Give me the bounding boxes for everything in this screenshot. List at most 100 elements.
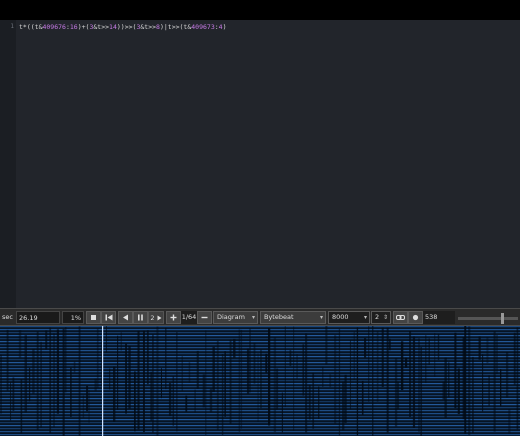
line-number: 1 — [10, 23, 14, 30]
code-operator-token: &t>> — [93, 23, 110, 31]
waveform-band — [0, 404, 520, 406]
code-number-token: 16 — [69, 23, 78, 31]
waveform-streak — [36, 331, 39, 430]
volume-slider-handle[interactable] — [501, 313, 504, 324]
rewind-button[interactable] — [118, 311, 133, 324]
waveform-streak — [296, 354, 298, 379]
waveform-streak — [353, 331, 355, 380]
rewind-icon — [123, 314, 128, 321]
scale-up-button[interactable] — [166, 311, 181, 324]
waveform-band — [0, 401, 520, 403]
waveform-canvas[interactable] — [0, 326, 520, 436]
waveform-band — [0, 428, 520, 430]
waveform-band — [0, 416, 520, 418]
code-line[interactable]: t*((t&409676:16)+(3&t>>14))>>(3&t>>8)|t>… — [19, 23, 227, 31]
chevron-down-icon: ▾ — [251, 314, 255, 321]
waveform-streak — [202, 374, 206, 408]
divisor-value: 2 — [375, 313, 380, 321]
playhead-line — [102, 326, 104, 436]
waveform-band — [0, 389, 520, 391]
code-operator-token: )+( — [77, 23, 90, 31]
divisor-stepper[interactable]: 2 ⇕ — [371, 311, 391, 324]
waveform-streak — [508, 409, 511, 434]
scale-down-button[interactable] — [197, 311, 212, 324]
waveform-band — [0, 359, 520, 361]
waveform-streak — [152, 334, 154, 433]
waveform-band — [0, 347, 520, 349]
line-gutter: 1 — [0, 20, 16, 308]
waveform-band — [0, 395, 520, 397]
minus-icon — [201, 316, 208, 319]
waveform-streak — [128, 345, 131, 409]
waveform-streak — [305, 333, 308, 433]
chevron-down-icon: ▾ — [363, 314, 367, 321]
waveform-streak — [342, 381, 345, 431]
code-editor[interactable]: 1 t*((t&409676:16)+(3&t>>14))>>(3&t>>8)|… — [0, 20, 520, 308]
waveform-band — [0, 413, 520, 415]
waveform-streak — [246, 348, 250, 394]
waveform-streak — [388, 338, 391, 351]
waveform-band — [0, 371, 520, 373]
waveform-streak — [472, 356, 474, 434]
waveform-streak — [238, 329, 241, 432]
volume-input[interactable]: 1% — [62, 311, 84, 324]
speed-forward-button[interactable]: 2 — [148, 311, 164, 324]
pause-icon — [138, 314, 143, 321]
chevron-down-icon: ▾ — [319, 314, 323, 321]
waveform-streak — [265, 353, 268, 373]
waveform-band — [0, 326, 520, 328]
waveform-streak — [117, 335, 119, 410]
waveform-streak — [240, 329, 243, 429]
restart-button[interactable] — [101, 311, 116, 324]
audio-mode-select[interactable]: Bytebeat ▾ — [260, 311, 326, 324]
waveform-streak — [334, 335, 337, 424]
waveform-streak — [113, 366, 116, 422]
code-operator-token: t*((t& — [19, 23, 43, 31]
draw-mode-select[interactable]: Diagram ▾ — [213, 311, 258, 324]
waveform-band — [0, 356, 520, 358]
counter-value: 538 — [423, 311, 455, 324]
waveform-streak — [464, 326, 467, 434]
waveform-streak — [404, 357, 408, 368]
player-toolbar: sec 26.19 1% 2 1/64 Diagram ▾ Bytebeat ▾… — [0, 308, 520, 326]
waveform-streak — [273, 337, 277, 433]
volume-slider-track[interactable] — [458, 317, 518, 320]
waveform-streak — [53, 333, 55, 428]
sample-rate-select[interactable]: 8000 ▾ — [328, 311, 370, 324]
waveform-streak — [73, 361, 76, 373]
waveform-streak — [381, 327, 384, 387]
waveform-streak — [329, 374, 332, 388]
waveform-band — [0, 425, 520, 427]
record-icon — [412, 314, 419, 321]
record-button[interactable] — [408, 311, 423, 324]
waveform-streak — [229, 339, 232, 424]
waveform-band — [0, 344, 520, 346]
time-input[interactable]: 26.19 — [16, 311, 60, 324]
speed-value: 2 — [150, 314, 155, 322]
waveform-streak — [516, 327, 519, 430]
waveform-streak — [181, 356, 184, 392]
waveform-streak — [49, 327, 52, 433]
waveform-streak — [105, 326, 108, 353]
waveform-streak — [505, 351, 509, 398]
waveform-streak — [134, 371, 136, 432]
pause-button[interactable] — [133, 311, 148, 324]
waveform-streak — [185, 395, 188, 412]
waveform-streak — [468, 326, 471, 435]
waveform-streak — [249, 328, 251, 393]
waveform-band — [0, 383, 520, 385]
link-icon — [396, 315, 405, 320]
waveform-streak — [88, 389, 90, 423]
link-button[interactable] — [393, 311, 408, 324]
stop-button[interactable] — [86, 311, 101, 324]
waveform-streak — [224, 351, 226, 417]
waveform-streak — [257, 353, 259, 422]
waveform-streak — [165, 327, 167, 390]
waveform-streak — [9, 381, 12, 421]
time-unit-label: sec — [2, 313, 13, 321]
code-operator-token: )|t>>(t& — [159, 23, 192, 31]
waveform-streak — [513, 332, 516, 385]
waveform-band — [0, 431, 520, 433]
waveform-band — [0, 419, 520, 421]
waveform-streak — [45, 330, 48, 350]
